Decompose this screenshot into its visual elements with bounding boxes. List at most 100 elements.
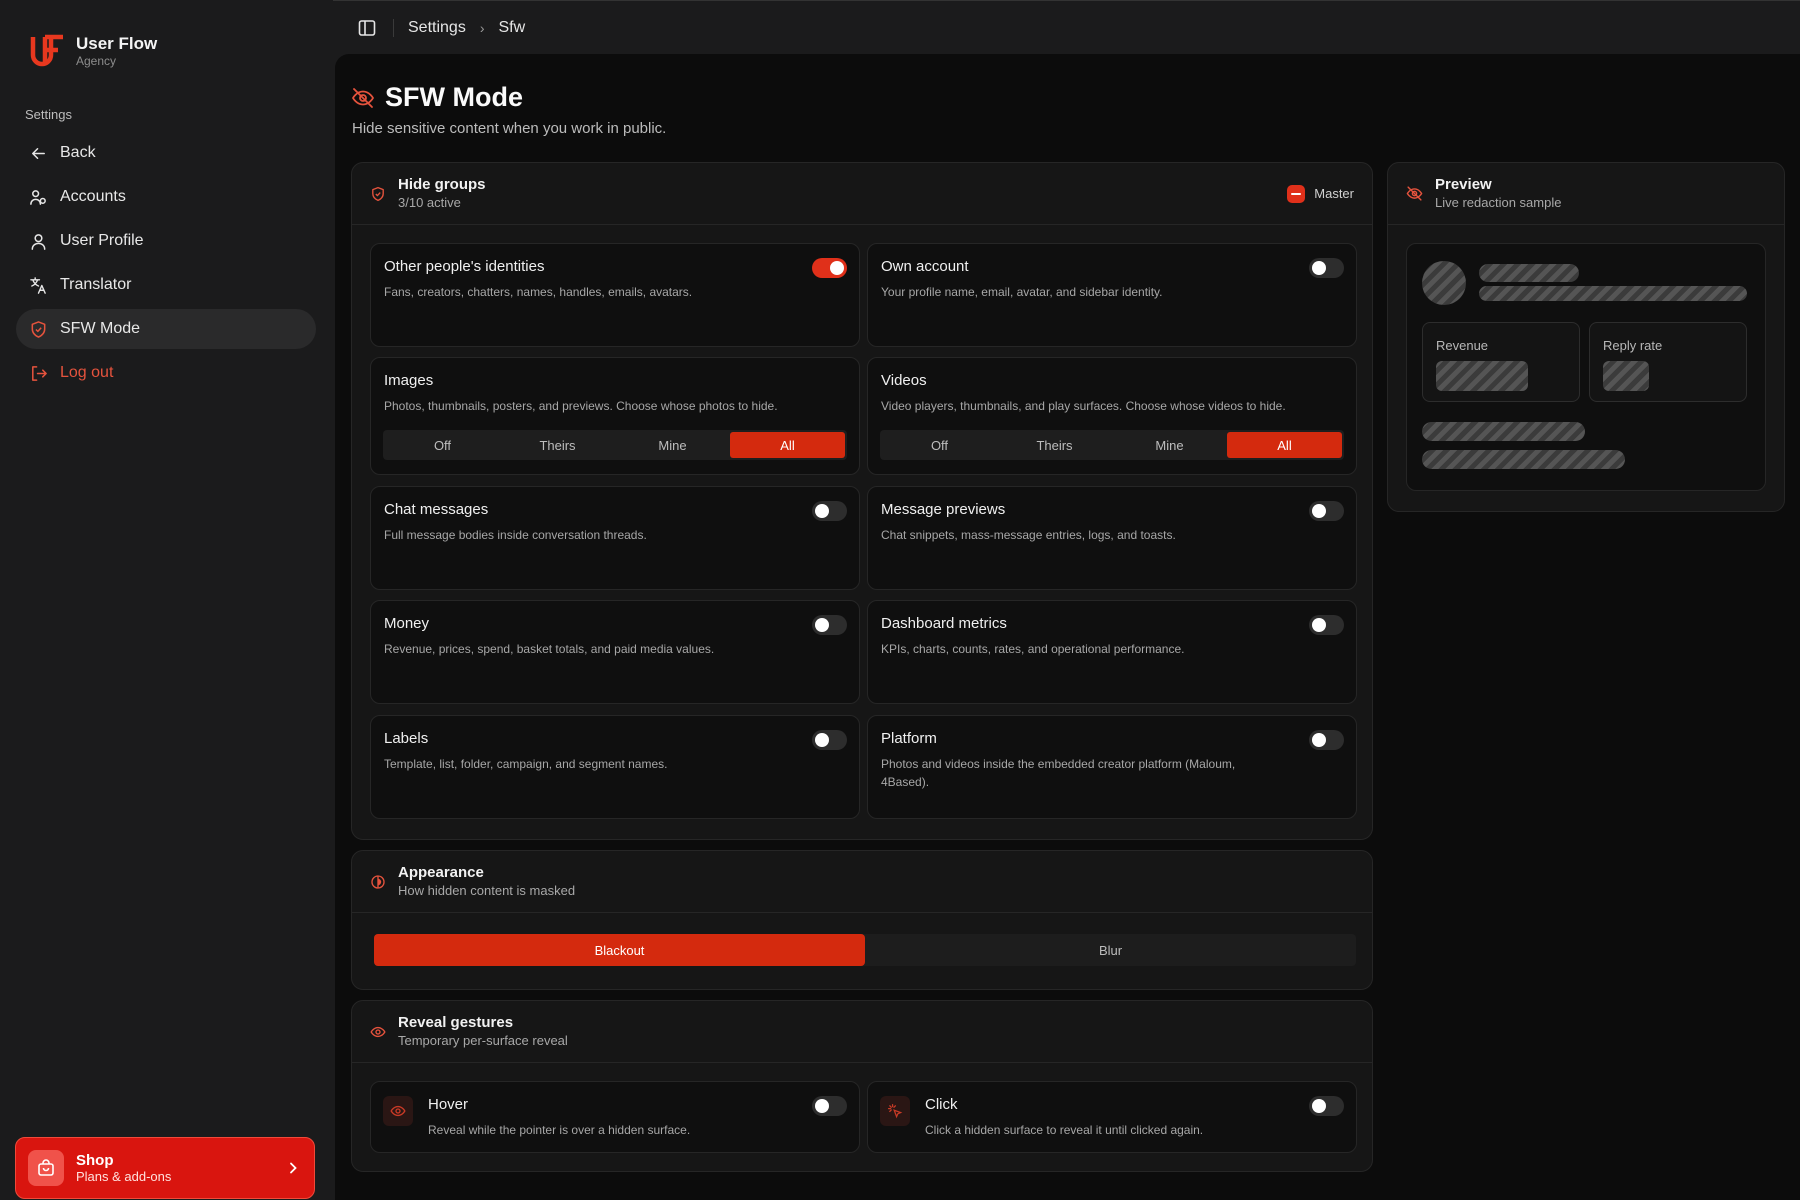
click-reveal-toggle[interactable]: [1309, 1096, 1344, 1116]
sidebar-item-back[interactable]: Back: [16, 133, 316, 173]
videos-option-mine[interactable]: Mine: [1112, 432, 1227, 458]
chat-messages-toggle[interactable]: [812, 501, 847, 521]
metric-label: Reply rate: [1603, 338, 1663, 353]
images-option-all[interactable]: All: [730, 432, 845, 458]
reveal-gestures-subtitle: Temporary per-surface reveal: [398, 1033, 568, 1048]
page-title-text: SFW Mode: [385, 82, 523, 112]
videos-option-theirs[interactable]: Theirs: [997, 432, 1112, 458]
redacted-avatar: [1422, 261, 1466, 305]
tile-title: Message previews: [881, 501, 1006, 518]
appearance-mode-selector: Blackout Blur: [374, 934, 1356, 966]
eye-off-icon: [351, 87, 375, 108]
reveal-gestures-title: Reveal gestures: [398, 1014, 514, 1031]
money-toggle[interactable]: [812, 615, 847, 635]
redacted-line: [1422, 450, 1625, 469]
videos-option-off[interactable]: Off: [882, 432, 997, 458]
shield-icon: [372, 186, 384, 201]
hide-group-message-previews: Message previews Chat snippets, mass-mes…: [867, 486, 1357, 590]
master-checkbox[interactable]: Master: [1287, 184, 1354, 203]
dashboard-metrics-toggle[interactable]: [1309, 615, 1344, 635]
appearance-option-blur[interactable]: Blur: [865, 934, 1356, 966]
tile-title: Platform: [881, 730, 937, 747]
sidebar-item-label: Translator: [60, 276, 132, 293]
redacted-line: [1479, 286, 1747, 301]
reveal-hover-text: Hover Reveal while the pointer is over a…: [428, 1096, 846, 1139]
hide-group-images: Images Photos, thumbnails, posters, and …: [370, 357, 860, 475]
sidebar-item-accounts[interactable]: Accounts: [16, 177, 316, 217]
hide-group-other-identities: Other people's identities Fans, creators…: [370, 243, 860, 347]
master-checkbox-box: [1287, 184, 1306, 203]
hide-group-platform: Platform Photos and videos inside the em…: [867, 715, 1357, 819]
images-option-theirs[interactable]: Theirs: [500, 432, 615, 458]
sidebar-item-translator[interactable]: Translator: [16, 265, 316, 305]
appearance-option-blackout[interactable]: Blackout: [374, 934, 865, 966]
labels-toggle[interactable]: [812, 730, 847, 750]
brand[interactable]: User Flow Agency: [30, 33, 157, 69]
breadcrumb-sfw[interactable]: Sfw: [498, 19, 525, 37]
message-previews-toggle[interactable]: [1309, 501, 1344, 521]
tile-title: Images: [384, 372, 434, 389]
tile-title: Labels: [384, 730, 429, 747]
preview-card: Preview Live redaction sample Revenue Re…: [1387, 162, 1785, 512]
sidebar-item-label: Accounts: [60, 188, 126, 205]
hide-groups-card: Hide groups 3/10 active Master Other peo…: [351, 162, 1373, 840]
sidebar-item-user-profile[interactable]: User Profile: [16, 221, 316, 261]
tile-description: KPIs, charts, counts, rates, and operati…: [881, 642, 1185, 656]
reveal-hover: Hover Reveal while the pointer is over a…: [370, 1081, 860, 1153]
shop-title: Shop: [76, 1151, 114, 1169]
tile-description: Video players, thumbnails, and play surf…: [881, 399, 1286, 413]
shield-icon: [31, 320, 46, 338]
own-account-toggle[interactable]: [1309, 258, 1344, 278]
hide-groups-title: Hide groups: [398, 176, 486, 193]
contrast-icon: [371, 874, 385, 889]
other-identities-toggle[interactable]: [812, 258, 847, 278]
metric-label: Revenue: [1436, 338, 1489, 353]
images-option-mine[interactable]: Mine: [615, 432, 730, 458]
reveal-gestures-header: Reveal gestures Temporary per-surface re…: [352, 1001, 1372, 1063]
hide-group-dashboard-metrics: Dashboard metrics KPIs, charts, counts, …: [867, 600, 1357, 704]
tile-title: Dashboard metrics: [881, 615, 1007, 632]
sidebar-item-label: User Profile: [60, 232, 144, 249]
images-option-off[interactable]: Off: [385, 432, 500, 458]
preview-metric-reply-rate: Reply rate: [1589, 322, 1747, 402]
arrow-left-icon: [32, 147, 45, 159]
sidebar-item-label: Log out: [60, 364, 114, 381]
videos-option-all[interactable]: All: [1227, 432, 1342, 458]
reveal-click: Click Click a hidden surface to reveal i…: [867, 1081, 1357, 1153]
hide-group-labels: Labels Template, list, folder, campaign,…: [370, 715, 860, 819]
users-icon: [30, 189, 46, 205]
translate-icon: [30, 276, 46, 294]
preview-header: Preview Live redaction sample: [1388, 163, 1784, 225]
main-content: SFW Mode Hide sensitive content when you…: [335, 54, 1800, 1200]
tile-description: Click a hidden surface to reveal it unti…: [925, 1123, 1204, 1137]
appearance-card: Appearance How hidden content is masked …: [351, 850, 1373, 990]
redacted-line: [1422, 422, 1585, 441]
tile-description: Photos, thumbnails, posters, and preview…: [384, 399, 778, 413]
sidebar-item-sfw-mode[interactable]: SFW Mode: [16, 309, 316, 349]
platform-toggle[interactable]: [1309, 730, 1344, 750]
breadcrumb-settings[interactable]: Settings: [408, 19, 466, 37]
preview-metric-revenue: Revenue: [1422, 322, 1580, 402]
tile-description: Photos and videos inside the embedded cr…: [881, 757, 1236, 789]
sidebar-toggle-icon[interactable]: [357, 18, 377, 38]
brand-logo-icon: [30, 34, 63, 67]
tile-description: Revenue, prices, spend, basket totals, a…: [384, 642, 715, 656]
hide-group-own-account: Own account Your profile name, email, av…: [867, 243, 1357, 347]
sidebar-nav: Back Accounts User Profile Translator SF…: [16, 133, 316, 397]
nav-section-label: Settings: [25, 107, 72, 122]
pointer-click-icon: [880, 1096, 910, 1126]
images-scope-selector: Off Theirs Mine All: [383, 430, 847, 460]
master-label: Master: [1314, 186, 1354, 201]
sidebar-item-log-out[interactable]: Log out: [16, 353, 316, 393]
shop-button[interactable]: Shop Plans & add-ons: [15, 1137, 315, 1199]
preview-sample: Revenue Reply rate: [1406, 243, 1766, 491]
breadcrumb: Settings › Sfw: [408, 19, 525, 37]
hover-reveal-toggle[interactable]: [812, 1096, 847, 1116]
eye-off-icon: [1406, 186, 1423, 201]
chevron-right-icon: ›: [479, 19, 485, 36]
sidebar-item-label: SFW Mode: [60, 320, 141, 337]
appearance-title: Appearance: [398, 864, 484, 881]
redacted-name: [1479, 264, 1579, 282]
appearance-subtitle: How hidden content is masked: [398, 883, 576, 898]
tile-description: Your profile name, email, avatar, and si…: [881, 285, 1163, 299]
